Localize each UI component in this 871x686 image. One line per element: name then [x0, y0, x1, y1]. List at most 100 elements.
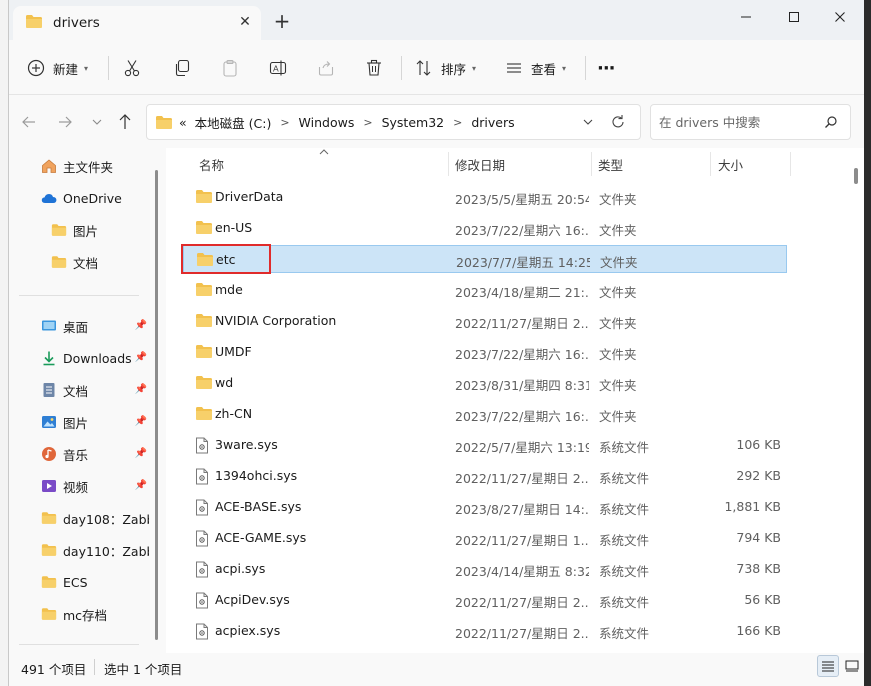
file-name: acpi.sys: [215, 561, 266, 576]
folder-row[interactable]: wd 2023/8/31/星期四 8:31 文件夹: [183, 369, 787, 397]
breadcrumb-overflow[interactable]: «: [179, 115, 187, 130]
breadcrumb-drivers[interactable]: drivers: [471, 115, 514, 130]
sidebar-item-documents[interactable]: 文档 📌: [41, 376, 147, 404]
cut-button[interactable]: [123, 54, 141, 82]
sidebar-item-day110[interactable]: day110：Zabb: [41, 536, 149, 564]
new-button[interactable]: 新建 ▾: [27, 54, 88, 82]
forward-button[interactable]: [55, 112, 75, 132]
file-row[interactable]: 3ware.sys 2022/5/7/星期六 13:19 系统文件 106 KB: [183, 431, 787, 459]
folder-row[interactable]: etc 2023/7/7/星期五 14:25 文件夹: [183, 245, 787, 273]
rename-icon: A: [269, 59, 287, 77]
desktop-background-right: [863, 0, 871, 686]
tab-title: drivers: [53, 15, 100, 31]
back-button[interactable]: [19, 112, 39, 132]
tab-drivers[interactable]: drivers ✕: [13, 6, 261, 40]
file-name: DriverData: [215, 189, 284, 204]
file-type: 文件夹: [599, 192, 637, 207]
chevron-right-icon[interactable]: >: [363, 116, 372, 129]
file-type: 文件夹: [599, 347, 637, 362]
refresh-icon[interactable]: [610, 113, 626, 135]
file-modified-date: 2022/11/27/星期日 2...: [455, 316, 589, 331]
file-name: ACE-BASE.sys: [215, 499, 302, 514]
share-button[interactable]: [317, 54, 335, 82]
folder-row[interactable]: en-US 2023/7/22/星期六 16:... 文件夹: [183, 214, 787, 242]
sidebar-item-music[interactable]: 音乐 📌: [41, 440, 147, 468]
folder-row[interactable]: zh-CN 2023/7/22/星期六 16:... 文件夹: [183, 400, 787, 428]
sidebar-item-day108[interactable]: day108：Zabb: [41, 504, 149, 532]
maximize-button[interactable]: [771, 5, 817, 29]
search-box[interactable]: [650, 104, 851, 140]
toolbar-divider: [585, 56, 586, 80]
sidebar-item-ecs[interactable]: ECS: [41, 568, 149, 596]
file-row[interactable]: AcpiDev.sys 2022/11/27/星期日 2... 系统文件 56 KB: [183, 586, 787, 614]
minimize-button[interactable]: [723, 5, 769, 29]
column-divider[interactable]: [448, 152, 449, 176]
sidebar-item-pictures[interactable]: 图片 📌: [41, 408, 147, 436]
file-row[interactable]: ACE-GAME.sys 2022/11/27/星期日 1... 系统文件 794 K…: [183, 524, 787, 552]
column-header-name[interactable]: 名称: [199, 148, 439, 180]
download-icon: [41, 350, 57, 366]
sidebar-item-label: 文档: [73, 255, 99, 271]
file-list-scrollbar[interactable]: [854, 168, 858, 184]
sidebar-item-onedrive[interactable]: OneDrive: [41, 184, 181, 212]
column-header-date[interactable]: 修改日期: [455, 148, 585, 180]
share-icon: [317, 59, 335, 77]
system-file-icon: [195, 623, 211, 640]
file-row[interactable]: ACE-BASE.sys 2023/8/27/星期日 14:... 系统文件 1,88…: [183, 493, 787, 521]
file-row[interactable]: 1394ohci.sys 2022/11/27/星期日 2... 系统文件 292 K…: [183, 462, 787, 490]
address-history-dropdown[interactable]: [582, 115, 594, 132]
file-list: 名称 修改日期 类型 大小 DriverData 2023/5/5/星期五 20:…: [166, 148, 864, 653]
address-bar[interactable]: « 本地磁盘 (C:) > Windows > System32 > drive…: [146, 104, 641, 140]
cloud-icon: [41, 190, 57, 206]
folder-row[interactable]: mde 2023/4/18/星期二 21:... 文件夹: [183, 276, 787, 304]
close-icon[interactable]: ✕: [237, 14, 253, 30]
column-divider[interactable]: [710, 152, 711, 176]
folder-row[interactable]: NVIDIA Corporation 2022/11/27/星期日 2... 文件夹: [183, 307, 787, 335]
toolbar-divider: [401, 56, 402, 80]
sidebar-item-downloads[interactable]: Downloads 📌: [41, 344, 147, 372]
column-header-size[interactable]: 大小: [718, 148, 778, 180]
column-divider[interactable]: [591, 152, 592, 176]
file-name: UMDF: [215, 344, 252, 359]
new-label: 新建: [53, 61, 79, 77]
file-modified-date: 2023/8/27/星期日 14:...: [455, 502, 589, 517]
breadcrumb-system32[interactable]: System32: [382, 115, 445, 130]
recent-locations-button[interactable]: [87, 112, 107, 132]
sidebar-item-home[interactable]: 主文件夹: [41, 152, 181, 180]
close-window-button[interactable]: [817, 5, 863, 29]
sidebar-item-label: mc存档: [63, 607, 108, 623]
search-input[interactable]: [659, 113, 819, 131]
file-size: 106 KB: [736, 437, 781, 452]
folder-row[interactable]: UMDF 2023/7/22/星期六 16:... 文件夹: [183, 338, 787, 366]
svg-text:A: A: [273, 64, 279, 74]
file-type: 文件夹: [599, 378, 637, 393]
rename-button[interactable]: A: [269, 54, 287, 82]
column-divider[interactable]: [790, 152, 791, 176]
delete-button[interactable]: [365, 54, 383, 82]
breadcrumb-drive[interactable]: 本地磁盘 (C:): [195, 113, 272, 132]
up-button[interactable]: [115, 112, 135, 132]
sidebar-item-mc-save[interactable]: mc存档: [41, 600, 149, 628]
sort-button[interactable]: 排序 ▾: [415, 54, 476, 82]
new-tab-button[interactable]: +: [271, 11, 293, 33]
file-row[interactable]: acpi.sys 2023/4/14/星期五 8:32 系统文件 738 KB: [183, 555, 787, 583]
details-view-button[interactable]: [817, 655, 839, 677]
view-button[interactable]: 查看 ▾: [505, 54, 566, 82]
chevron-right-icon[interactable]: >: [280, 116, 289, 129]
more-options-button[interactable]: ···: [597, 54, 615, 82]
sidebar-scrollbar[interactable]: [155, 170, 158, 640]
tiles-view-button[interactable]: [841, 655, 863, 677]
file-name: ACE-GAME.sys: [215, 530, 307, 545]
paste-button[interactable]: [221, 54, 239, 82]
breadcrumb-windows[interactable]: Windows: [299, 115, 355, 130]
sidebar-item-desktop[interactable]: 桌面 📌: [41, 312, 147, 340]
chevron-right-icon[interactable]: >: [453, 116, 462, 129]
pin-icon: 📌: [134, 480, 147, 491]
file-row[interactable]: acpiex.sys 2022/11/27/星期日 2... 系统文件 166 KB: [183, 617, 787, 645]
sidebar-item-label: 文档: [63, 383, 89, 399]
column-header-type[interactable]: 类型: [598, 148, 698, 180]
sidebar-item-videos[interactable]: 视频 📌: [41, 472, 147, 500]
folder-row[interactable]: DriverData 2023/5/5/星期五 20:54 文件夹: [183, 183, 787, 211]
copy-button[interactable]: [173, 54, 191, 82]
search-icon[interactable]: [824, 115, 838, 132]
